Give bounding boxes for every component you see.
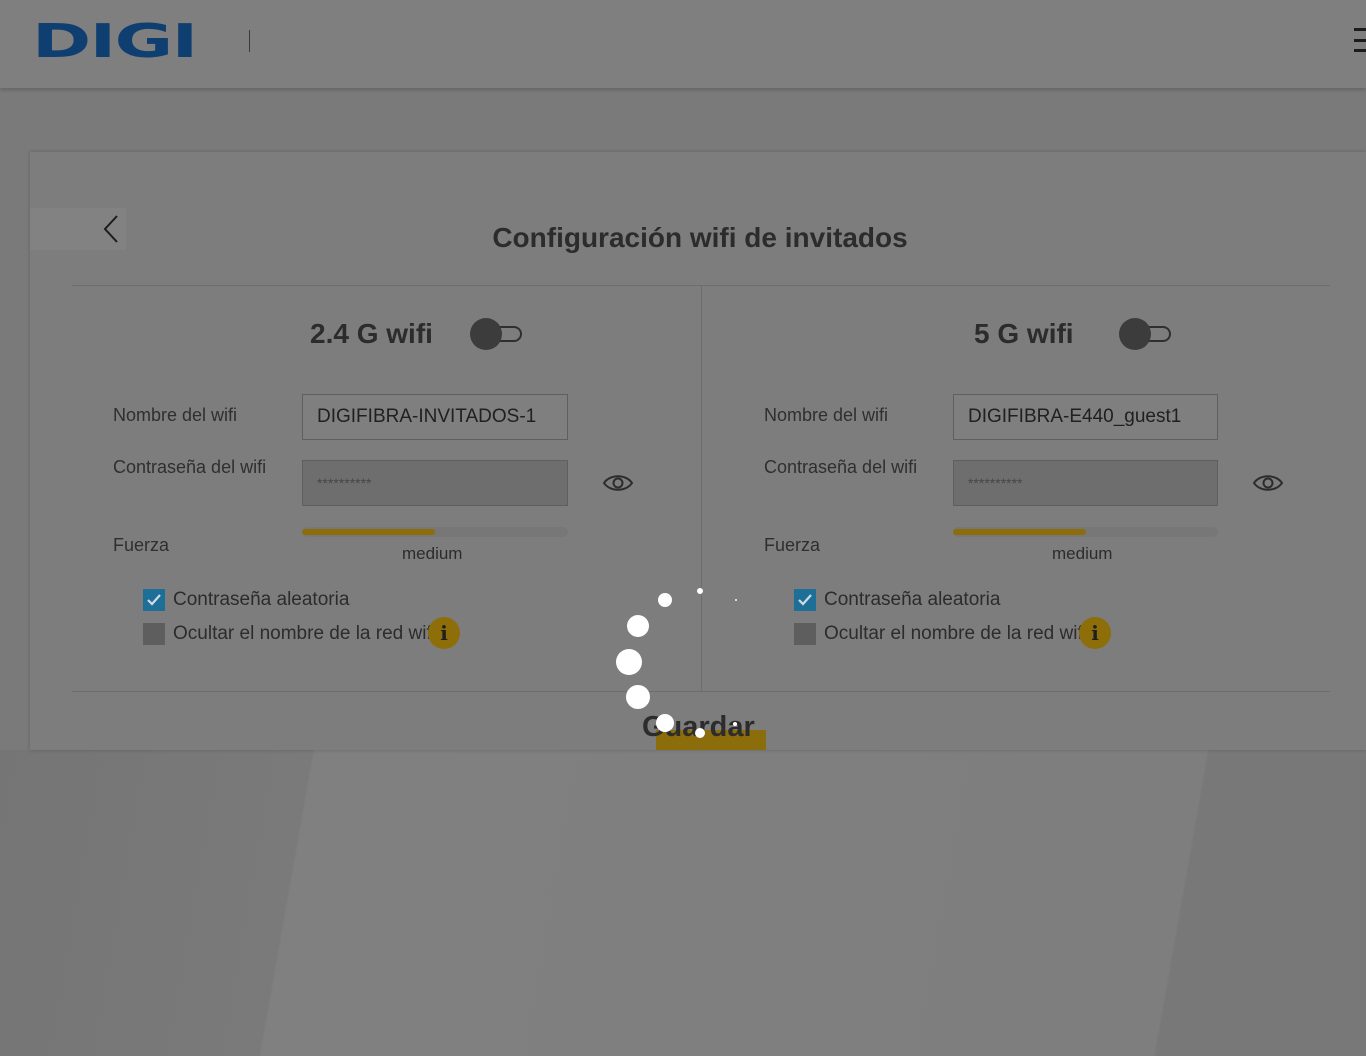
info-icon[interactable]: i [428,617,460,649]
save-button-label: Guardar [642,711,755,743]
band-toggle[interactable] [470,318,524,350]
strength-bar [953,527,1218,537]
top-header: DIGI [0,0,1366,88]
hide-ssid-checkbox[interactable] [143,623,165,645]
band-title: 2.4 G wifi [310,318,433,349]
random-password-checkbox[interactable] [794,589,816,611]
check-icon [798,594,812,606]
background-shape [0,750,1366,1056]
strength-label: Fuerza [764,535,821,555]
random-password-checkbox[interactable] [143,589,165,611]
page-title: Configuración wifi de invitados [492,222,908,253]
ssid-input[interactable] [953,394,1218,440]
panel-2g: 2.4 G wifi Nombre del wifi Contraseña de… [72,286,701,691]
digi-logo[interactable]: DIGI [32,18,198,64]
panel-5g: 5 G wifi Nombre del wifi Contraseña del … [723,286,1352,691]
ssid-label: Nombre del wifi [113,405,238,425]
random-password-label: Contraseña aleatoria [824,589,1001,610]
guest-wifi-card: Configuración wifi de invitados 2.4 G wi… [30,152,1366,750]
check-icon [147,594,161,606]
password-label: Contraseña del wifi [113,457,267,477]
strength-value: medium [1052,544,1113,563]
eye-icon[interactable] [602,472,634,494]
divider-vertical [701,286,702,691]
ssid-input[interactable] [302,394,568,440]
hide-ssid-checkbox[interactable] [794,623,816,645]
band-toggle[interactable] [1119,318,1173,350]
strength-fill [302,529,435,535]
eye-icon[interactable] [1252,472,1284,494]
info-icon[interactable]: i [1079,617,1111,649]
strength-fill [953,529,1086,535]
divider-bottom [72,691,1330,692]
hamburger-icon[interactable] [1354,28,1366,52]
password-input[interactable] [302,460,568,506]
hide-ssid-label: Ocultar el nombre de la red wifi [173,623,436,644]
strength-label: Fuerza [113,535,170,555]
logo-divider [249,30,250,52]
strength-bar [302,527,568,537]
band-title: 5 G wifi [974,318,1074,349]
strength-value: medium [402,544,463,563]
random-password-label: Contraseña aleatoria [173,589,350,610]
ssid-label: Nombre del wifi [764,405,889,425]
password-label: Contraseña del wifi [764,457,918,477]
password-input[interactable] [953,460,1218,506]
hide-ssid-label: Ocultar el nombre de la red wifi [824,623,1087,644]
